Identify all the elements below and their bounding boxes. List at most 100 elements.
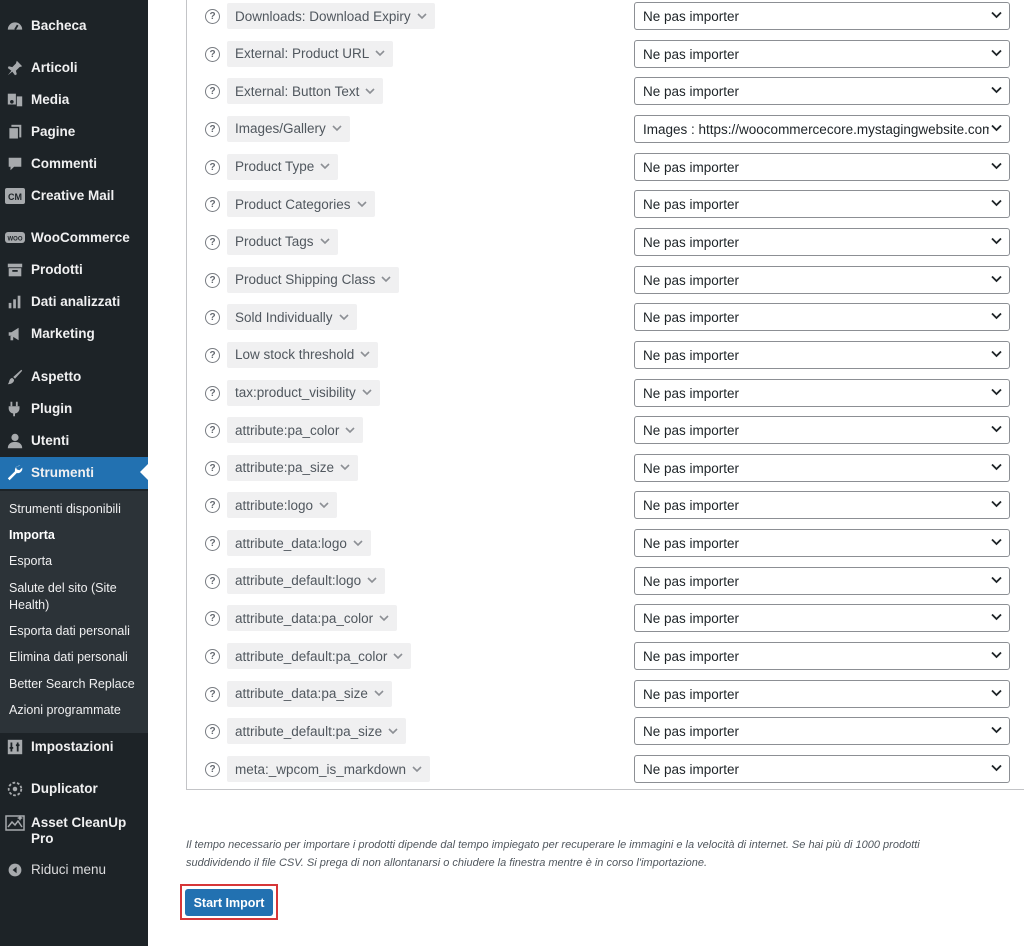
map-to-field-select[interactable]: Images : https://woocommercecore.mystagi… — [634, 114, 1010, 143]
map-to-field-select[interactable]: Ne pas importer — [634, 453, 1010, 482]
chevron-down-icon — [991, 463, 1002, 471]
menu-item-asset-cleanup-pro[interactable]: Asset CleanUp Pro — [0, 810, 148, 850]
mapping-row: ? Downloads: Download Expiry Ne pas import… — [0, 2, 1024, 32]
map-to-field-select[interactable]: Ne pas importer — [634, 604, 1010, 633]
csv-column-dropdown[interactable]: Downloads: Download Expiry — [227, 3, 435, 29]
map-to-field-value: Ne pas importer — [643, 573, 740, 589]
csv-column-dropdown[interactable]: tax:product_visibility — [227, 379, 380, 406]
collapse-menu-button[interactable]: Riduci menu — [0, 854, 148, 886]
help-tip-icon[interactable]: ? — [205, 460, 220, 476]
chevron-down-icon — [991, 350, 1002, 358]
csv-column-dropdown[interactable]: Product Shipping Class — [227, 266, 400, 293]
help-tip-icon[interactable]: ? — [205, 498, 220, 514]
help-tip-icon[interactable]: ? — [205, 536, 220, 552]
csv-column-dropdown[interactable]: attribute:pa_size — [227, 454, 359, 481]
help-tip-icon[interactable]: ? — [205, 46, 220, 62]
csv-column-dropdown[interactable]: Images/Gallery — [227, 115, 350, 142]
map-to-field-select[interactable]: Ne pas importer — [634, 642, 1010, 671]
map-to-field-value: Ne pas importer — [643, 347, 740, 363]
csv-column-dropdown[interactable]: attribute_default:pa_size — [227, 718, 407, 745]
help-tip-icon[interactable]: ? — [205, 159, 220, 175]
help-tip-icon[interactable]: ? — [205, 234, 220, 250]
map-to-field-select[interactable]: Ne pas importer — [634, 303, 1010, 332]
csv-column-dropdown[interactable]: meta:_wpcom_is_markdown — [227, 756, 431, 782]
help-tip-icon[interactable]: ? — [205, 724, 220, 740]
map-to-field-value: Ne pas importer — [643, 611, 740, 627]
mapping-row: ? attribute_data:logo Ne pas importer — [0, 529, 1024, 559]
help-tip-icon[interactable]: ? — [205, 310, 220, 326]
csv-column-dropdown[interactable]: Low stock threshold — [227, 341, 379, 368]
csv-column-name: tax:product_visibility — [235, 385, 356, 400]
chevron-down-icon — [320, 163, 330, 170]
csv-column-dropdown[interactable]: Product Type — [227, 153, 339, 180]
import-note-line-1: Il tempo necessario per importare i prod… — [186, 839, 920, 851]
csv-column-dropdown[interactable]: External: Button Text — [227, 78, 384, 105]
help-tip-icon[interactable]: ? — [205, 762, 220, 777]
csv-column-dropdown[interactable]: attribute_data:pa_size — [227, 680, 392, 707]
csv-column-dropdown[interactable]: attribute:logo — [227, 492, 338, 519]
start-import-button[interactable]: Start Import — [185, 889, 273, 916]
help-tip-icon[interactable]: ? — [205, 686, 220, 702]
map-to-field-select[interactable]: Ne pas importer — [634, 39, 1010, 68]
csv-column-dropdown[interactable]: attribute_data:pa_color — [227, 605, 398, 632]
csv-column-name: Images/Gallery — [235, 121, 326, 137]
help-tip-icon[interactable]: ? — [205, 611, 220, 627]
chevron-down-icon — [991, 500, 1002, 508]
help-tip-icon[interactable]: ? — [205, 423, 220, 439]
mapping-row: ? meta:_wpcom_is_markdown Ne pas importer — [0, 755, 1024, 785]
map-to-field-select[interactable]: Ne pas importer — [634, 755, 1010, 783]
help-tip-icon[interactable]: ? — [205, 385, 220, 401]
import-note-line-2: suddividendo il file CSV. Si prega di no… — [186, 857, 708, 869]
map-to-field-value: Ne pas importer — [643, 234, 740, 250]
mapping-row: ? attribute_default:pa_size Ne pas importe… — [0, 717, 1024, 747]
help-tip-icon[interactable]: ? — [205, 272, 220, 288]
mapping-row: ? attribute_default:pa_color Ne pas import… — [0, 642, 1024, 672]
csv-column-dropdown[interactable]: Sold Individually — [227, 304, 357, 331]
chevron-down-icon — [367, 577, 377, 584]
chevron-down-icon — [393, 652, 403, 660]
map-to-field-select[interactable]: Ne pas importer — [634, 265, 1010, 294]
csv-column-dropdown[interactable]: Product Tags — [227, 228, 338, 255]
chevron-down-icon — [374, 690, 384, 697]
map-to-field-select[interactable]: Ne pas importer — [634, 227, 1010, 256]
csv-column-name: External: Button Text — [235, 83, 360, 99]
map-to-field-select[interactable]: Ne pas importer — [634, 491, 1010, 520]
help-tip-icon[interactable]: ? — [205, 347, 220, 363]
mapping-row: ? attribute:logo Ne pas importer — [0, 491, 1024, 521]
csv-column-dropdown[interactable]: attribute_default:pa_color — [227, 643, 412, 670]
csv-column-dropdown[interactable]: External: Product URL — [227, 40, 394, 67]
map-to-field-value: Ne pas importer — [643, 310, 740, 326]
map-to-field-select[interactable]: Ne pas importer — [634, 679, 1010, 708]
help-tip-icon[interactable]: ? — [205, 573, 220, 589]
help-tip-icon[interactable]: ? — [205, 84, 220, 100]
chevron-down-icon — [412, 765, 422, 773]
chevron-down-icon — [991, 538, 1002, 546]
chevron-down-icon — [353, 540, 363, 547]
csv-column-dropdown[interactable]: attribute:pa_color — [227, 417, 364, 444]
mapping-row: ? attribute:pa_color Ne pas importer — [0, 416, 1024, 446]
chevron-down-icon — [991, 275, 1002, 283]
help-tip-icon[interactable]: ? — [205, 649, 220, 665]
menu-label: Asset CleanUp Pro — [31, 815, 127, 846]
map-to-field-select[interactable]: Ne pas importer — [634, 529, 1010, 558]
map-to-field-select[interactable]: Ne pas importer — [634, 378, 1010, 407]
map-to-field-select[interactable]: Ne pas importer — [634, 416, 1010, 445]
help-tip-icon[interactable]: ? — [205, 121, 220, 137]
map-to-field-select[interactable]: Ne pas importer — [634, 340, 1010, 369]
map-to-field-select[interactable]: Ne pas importer — [634, 152, 1010, 181]
chevron-down-icon — [991, 651, 1002, 659]
map-to-field-select[interactable]: Ne pas importer — [634, 190, 1010, 219]
map-to-field-select[interactable]: Ne pas importer — [634, 2, 1010, 30]
map-to-field-value: Ne pas importer — [643, 46, 740, 62]
chevron-down-icon — [332, 125, 342, 132]
map-to-field-value: Ne pas importer — [643, 385, 740, 401]
help-tip-icon[interactable]: ? — [205, 9, 220, 24]
map-to-field-select[interactable]: Ne pas importer — [634, 566, 1010, 595]
csv-column-dropdown[interactable]: Product Categories — [227, 191, 375, 218]
csv-column-dropdown[interactable]: attribute_default:logo — [227, 567, 386, 594]
help-tip-icon[interactable]: ? — [205, 197, 220, 213]
csv-column-dropdown[interactable]: attribute_data:logo — [227, 530, 371, 557]
chevron-down-icon — [417, 12, 427, 20]
map-to-field-select[interactable]: Ne pas importer — [634, 717, 1010, 746]
map-to-field-select[interactable]: Ne pas importer — [634, 77, 1010, 106]
